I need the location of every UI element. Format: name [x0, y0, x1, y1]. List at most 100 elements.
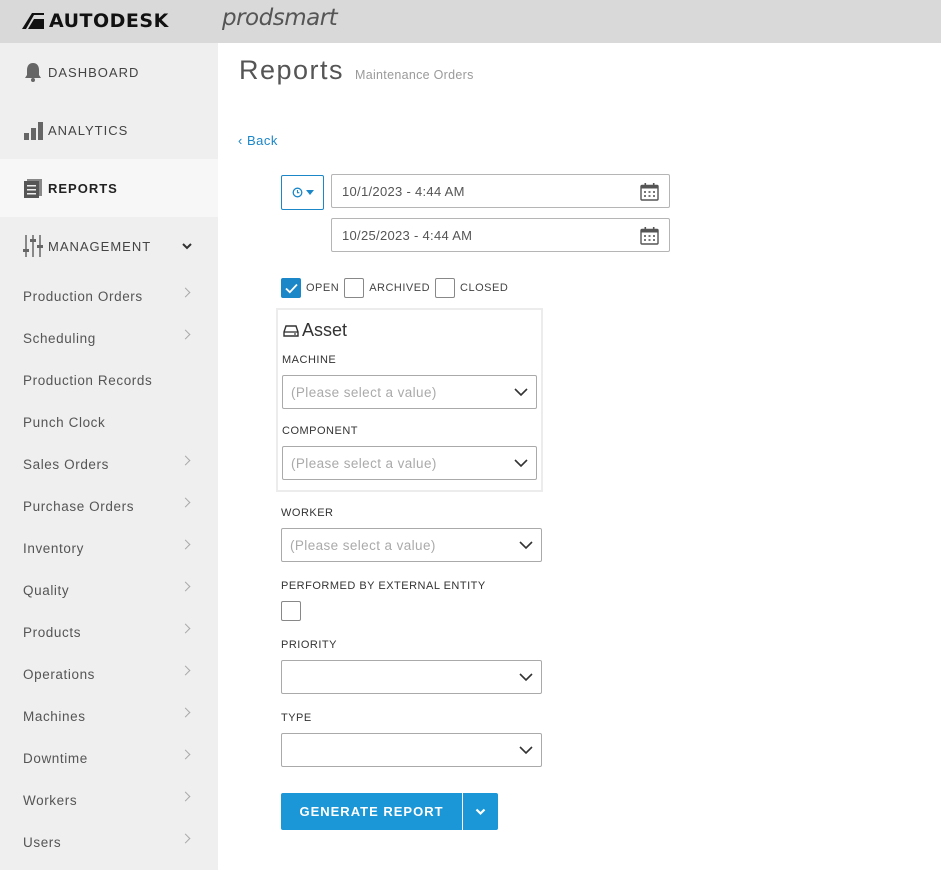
nav-analytics[interactable]: ANALYTICS — [0, 101, 218, 159]
chevron-right-icon — [180, 497, 191, 508]
worker-placeholder: (Please select a value) — [290, 537, 436, 553]
sidebar-item-machines[interactable]: Machines — [0, 695, 218, 737]
sidebar-item-operations[interactable]: Operations — [0, 653, 218, 695]
type-label: TYPE — [281, 712, 312, 724]
sidebar-item-label: Quality — [23, 582, 70, 598]
chevron-down-icon — [514, 388, 528, 397]
sidebar-item-label: Inventory — [23, 540, 84, 556]
nav-label: DASHBOARD — [48, 64, 140, 80]
autodesk-logo[interactable]: AUTODESK — [22, 10, 169, 32]
component-select[interactable]: (Please select a value) — [282, 446, 537, 480]
sidebar-item-label: Downtime — [23, 750, 88, 766]
nav-reports[interactable]: REPORTS — [0, 159, 218, 217]
sidebar-item-label: Purchase Orders — [23, 498, 135, 514]
sidebar-item-label: Punch Clock — [23, 414, 106, 430]
sidebar-item-purchase-orders[interactable]: Purchase Orders — [0, 485, 218, 527]
chevron-down-icon — [514, 459, 528, 468]
component-placeholder: (Please select a value) — [291, 455, 437, 471]
sidebar-item-label: Sales Orders — [23, 456, 109, 472]
open-checkbox[interactable] — [281, 278, 301, 298]
priority-label: PRIORITY — [281, 639, 337, 651]
external-entity-label: PERFORMED BY EXTERNAL ENTITY — [281, 580, 486, 592]
sidebar-item-label: Production Records — [23, 372, 153, 388]
sidebar-item-punch-clock[interactable]: Punch Clock — [0, 401, 218, 443]
date-from-input[interactable]: 10/1/2023 - 4:44 AM — [331, 174, 670, 208]
chevron-left-icon: ‹ — [238, 133, 247, 148]
sidebar-item-label: Operations — [23, 666, 96, 682]
generate-report-button[interactable]: GENERATE REPORT — [281, 793, 462, 830]
sidebar-item-products[interactable]: Products — [0, 611, 218, 653]
sidebar-item-label: Workers — [23, 792, 78, 808]
sidebar-item-production-orders[interactable]: Production Orders — [0, 275, 218, 317]
sidebar-item-label: Products — [23, 624, 82, 640]
back-link[interactable]: ‹ Back — [238, 133, 278, 148]
sliders-icon — [22, 235, 44, 257]
generate-options-button[interactable] — [463, 793, 498, 830]
type-select[interactable] — [281, 733, 542, 767]
sidebar-item-scheduling[interactable]: Scheduling — [0, 317, 218, 359]
bell-icon — [22, 61, 44, 83]
main-content: Reports Maintenance Orders ‹ Back 10/1/2… — [218, 43, 941, 870]
date-from-value: 10/1/2023 - 4:44 AM — [342, 183, 465, 199]
sidebar-item-inventory[interactable]: Inventory — [0, 527, 218, 569]
chevron-right-icon — [180, 581, 191, 592]
worker-label: WORKER — [281, 507, 334, 519]
product-name: prodsmart — [222, 5, 338, 31]
archived-checkbox[interactable] — [344, 278, 365, 298]
nav-dashboard[interactable]: DASHBOARD — [0, 43, 218, 101]
sidebar-item-downtime[interactable]: Downtime — [0, 737, 218, 779]
sidebar-item-workers[interactable]: Workers — [0, 779, 218, 821]
back-label: Back — [246, 133, 278, 148]
date-to-value: 10/25/2023 - 4:44 AM — [342, 227, 473, 243]
sidebar-item-users[interactable]: Users — [0, 821, 218, 863]
chevron-down-icon — [519, 541, 533, 550]
bar-chart-icon — [22, 119, 44, 141]
clock-icon — [292, 187, 302, 198]
hard-drive-icon — [283, 324, 299, 337]
worker-select[interactable]: (Please select a value) — [281, 528, 542, 562]
machine-select[interactable]: (Please select a value) — [282, 375, 537, 409]
chevron-down-icon — [519, 746, 533, 755]
sidebar-item-sales-orders[interactable]: Sales Orders — [0, 443, 218, 485]
chevron-right-icon — [180, 287, 191, 298]
chevron-right-icon — [180, 707, 191, 718]
priority-select[interactable] — [281, 660, 542, 694]
nav-label: ANALYTICS — [48, 122, 129, 138]
sidebar-item-label: Machines — [23, 708, 86, 724]
sidebar-item-label: Scheduling — [23, 330, 96, 346]
top-bar: AUTODESK prodsmart — [0, 0, 941, 43]
calendar-icon[interactable] — [640, 227, 659, 245]
chevron-right-icon — [180, 623, 191, 634]
asset-section: Asset MACHINE (Please select a value) CO… — [276, 308, 543, 492]
chevron-right-icon — [180, 749, 191, 760]
chevron-down-icon — [475, 808, 486, 815]
closed-label: CLOSED — [460, 282, 509, 294]
page-title: Reports — [239, 55, 345, 85]
caret-down-icon — [305, 190, 314, 195]
sidebar-item-production-records[interactable]: Production Records — [0, 359, 218, 401]
closed-checkbox[interactable] — [435, 278, 456, 298]
chevron-right-icon — [180, 791, 191, 802]
asset-title: Asset — [283, 320, 347, 341]
date-to-input[interactable]: 10/25/2023 - 4:44 AM — [331, 218, 670, 252]
chevron-right-icon — [180, 665, 191, 676]
machine-placeholder: (Please select a value) — [291, 384, 437, 400]
chevron-right-icon — [180, 455, 191, 466]
calendar-icon[interactable] — [640, 183, 659, 201]
external-entity-checkbox[interactable] — [281, 601, 301, 621]
chevron-down-icon — [182, 239, 192, 253]
nav-management[interactable]: MANAGEMENT — [0, 217, 218, 275]
date-preset-button[interactable] — [281, 175, 324, 210]
machine-label: MACHINE — [282, 354, 337, 366]
component-label: COMPONENT — [282, 425, 358, 437]
archived-label: ARCHIVED — [369, 282, 431, 294]
sidebar-item-quality[interactable]: Quality — [0, 569, 218, 611]
nav-label: MANAGEMENT — [48, 238, 152, 254]
open-label: OPEN — [306, 282, 340, 294]
chevron-down-icon — [519, 673, 533, 682]
autodesk-logo-icon — [22, 13, 44, 29]
sidebar: DASHBOARD ANALYTICS REPORTS MANAGEMENT P… — [0, 43, 218, 870]
brand-name: AUTODESK — [49, 10, 169, 32]
sidebar-item-label: Production Orders — [23, 288, 143, 304]
check-icon — [284, 283, 298, 293]
